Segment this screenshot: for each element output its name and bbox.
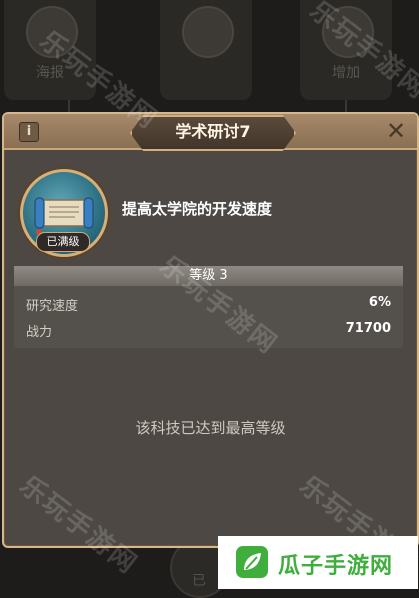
stat-label-research-speed: 研究速度 [26,299,79,314]
close-button[interactable]: ✕ [382,117,410,145]
book-icon [182,6,234,58]
stat-value-research-speed: 6% [368,295,391,310]
max-level-message: 该科技已达到最高等级 [135,419,286,437]
stat-label-power: 战力 [26,325,53,340]
tech-detail-dialog: i 学术研讨7 ✕ 已满级 提高太学院的开发速度 等级 3 研究速度 6% 战力… [2,112,419,548]
bg-connector [68,100,70,112]
bg-connector [345,100,347,112]
leaf-logo-icon [236,546,268,578]
tech-description: 提高太学院的开发速度 [122,200,273,218]
info-button[interactable]: i [19,122,39,142]
bg-card-2 [160,0,252,100]
bg-bottom-label: 已 [192,573,206,589]
dialog-title-bar: i 学术研讨7 ✕ [4,114,417,151]
site-logo-text: 瓜子手游网 [278,554,394,579]
stat-value-power: 71700 [345,321,391,336]
max-level-badge: 已满级 [36,232,90,252]
site-logo: 瓜子手游网 [218,536,418,589]
